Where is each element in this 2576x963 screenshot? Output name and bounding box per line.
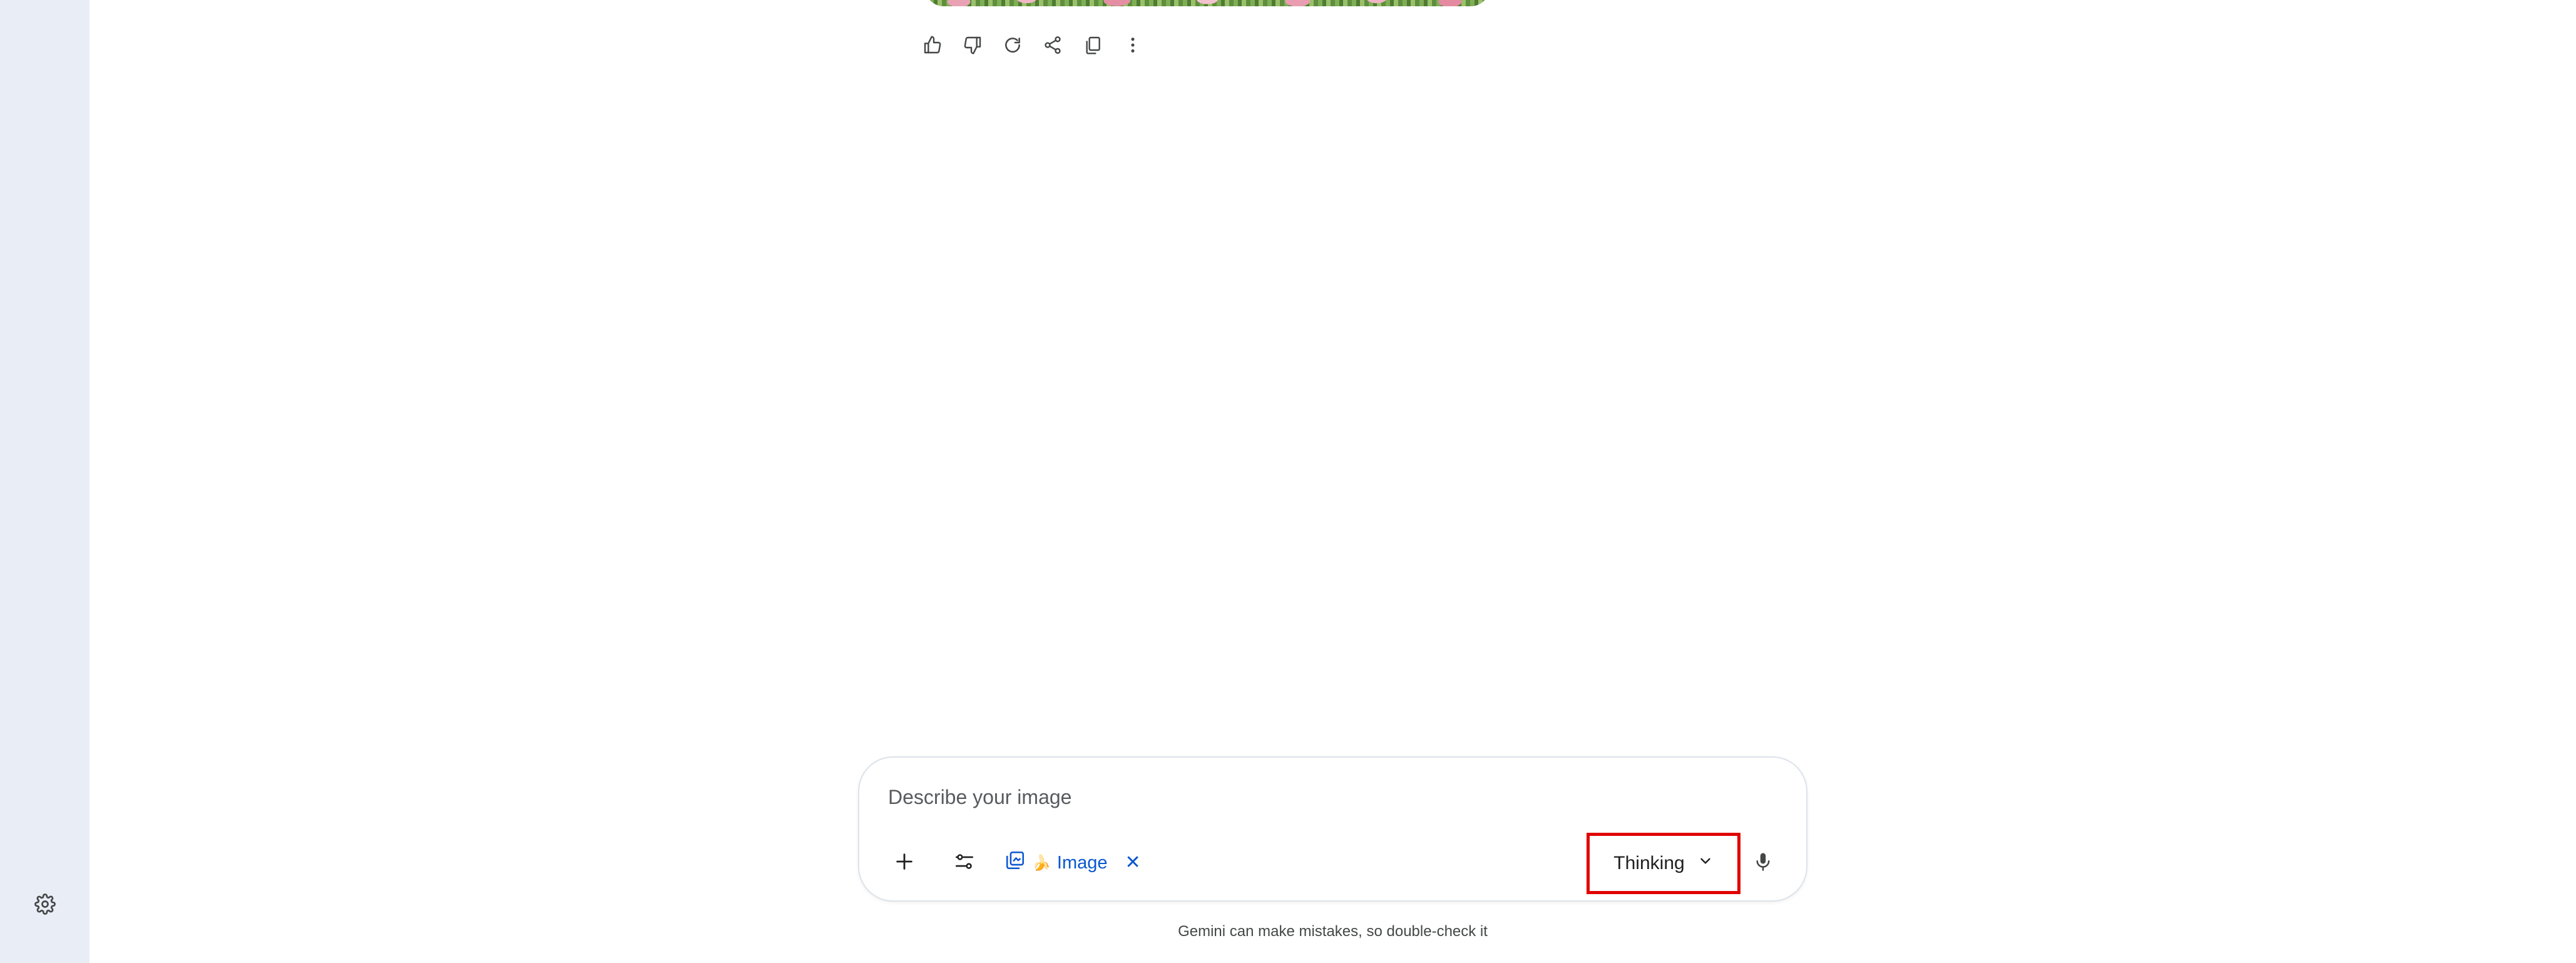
image-chip-label: Image [1056, 852, 1108, 873]
image-library-icon [1004, 850, 1026, 876]
settings-button[interactable] [30, 890, 60, 920]
tools-button[interactable] [942, 840, 987, 885]
thumbs-up-icon [923, 35, 943, 58]
banana-emoji: 🍌 [1032, 854, 1051, 872]
image-tool-chip[interactable]: 🍌 Image ✕ [1004, 840, 1141, 885]
disclaimer-text: Gemini can make mistakes, so double-chec… [1178, 923, 1488, 940]
mode-selector[interactable]: Thinking [1587, 833, 1740, 894]
more-vert-icon [1123, 35, 1143, 58]
remove-image-tool-button[interactable]: ✕ [1125, 853, 1141, 872]
refresh-icon [1003, 35, 1023, 58]
microphone-button[interactable] [1740, 840, 1786, 885]
prompt-composer: 🍌 Image ✕ Thinking [858, 756, 1807, 902]
thumbs-down-icon [963, 35, 983, 58]
microphone-icon [1752, 851, 1774, 875]
redo-button[interactable] [998, 31, 1028, 61]
copy-icon [1083, 35, 1103, 58]
tune-icon [954, 851, 975, 875]
generated-image[interactable] [925, 0, 1490, 6]
share-icon [1043, 35, 1063, 58]
sidebar [0, 0, 89, 963]
share-button[interactable] [1038, 31, 1068, 61]
more-options-button[interactable] [1118, 31, 1148, 61]
mode-selector-label: Thinking [1613, 853, 1685, 873]
add-button[interactable] [882, 840, 927, 885]
copy-button[interactable] [1078, 31, 1108, 61]
thumbs-up-button[interactable] [917, 31, 948, 61]
response-actions [917, 31, 1148, 61]
gear-icon [34, 893, 56, 918]
prompt-input[interactable] [888, 781, 1702, 813]
plus-icon [894, 851, 915, 875]
thumbs-down-button[interactable] [958, 31, 988, 61]
chevron-down-icon [1697, 853, 1714, 874]
